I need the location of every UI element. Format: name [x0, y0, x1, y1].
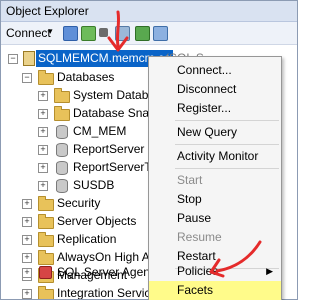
menu-item-disconnect[interactable]: Disconnect [149, 80, 281, 99]
title-bar: Object Explorer [1, 1, 297, 22]
tree-node-db-reportservertemp[interactable]: + ReportServerTem [1, 159, 167, 176]
tree-node-replication[interactable]: + Replication [1, 231, 161, 248]
tree-node-db-susdb[interactable]: + SUSDB [1, 177, 161, 194]
disconnect-icon[interactable] [81, 26, 96, 41]
tree-node-databases[interactable]: − Databases [1, 69, 161, 86]
menu-item-pause[interactable]: Pause [149, 209, 281, 228]
tree-node-db-cm-mem[interactable]: + CM_MEM [1, 123, 161, 140]
folder-icon [38, 214, 54, 229]
agent-icon [39, 266, 52, 279]
database-icon [56, 179, 68, 193]
menu-item-activity-monitor[interactable]: Activity Monitor [149, 147, 281, 166]
tree-label: SQL Server Agent [57, 265, 154, 279]
tree-label: ReportServer [73, 142, 145, 156]
collapse-icon[interactable]: − [22, 73, 32, 83]
folder-icon [54, 106, 70, 121]
tree-node-db-reportserver[interactable]: + ReportServer [1, 141, 161, 158]
tree-label: Security [57, 196, 101, 210]
tree-label: SUSDB [73, 178, 115, 192]
folder-icon [38, 70, 54, 85]
tree-node-integration-services[interactable]: + Integration Services C [1, 285, 175, 299]
expand-icon[interactable]: + [22, 289, 32, 299]
database-icon [56, 125, 68, 139]
object-explorer-toolbar: Connect ▾ [1, 22, 297, 45]
menu-item-stop[interactable]: Stop [149, 190, 281, 209]
expand-icon[interactable]: + [38, 91, 48, 101]
database-icon [56, 143, 68, 157]
tree-node-security[interactable]: + Security [1, 195, 161, 212]
collapse-icon[interactable]: − [8, 54, 18, 64]
folder-icon [54, 88, 70, 103]
expand-icon[interactable]: + [38, 109, 48, 119]
connect-button[interactable]: Connect [6, 26, 51, 40]
expand-icon[interactable]: + [22, 253, 32, 263]
database-icon [56, 161, 68, 175]
collapse-icon[interactable] [153, 26, 168, 41]
annotation-arrow-facets-icon [209, 240, 262, 278]
menu-item-facets[interactable]: Facets [149, 281, 281, 300]
menu-item-register[interactable]: Register... [149, 99, 281, 118]
menu-item-new-query[interactable]: New Query [149, 123, 281, 142]
connect-server-icon[interactable] [63, 26, 78, 41]
folder-icon [38, 232, 54, 247]
connect-dropdown-icon[interactable]: ▾ [48, 26, 53, 37]
tree-node-server-objects[interactable]: + Server Objects [1, 213, 161, 230]
expand-icon[interactable]: + [38, 127, 48, 137]
tree-label: Server Objects [57, 214, 137, 228]
tree-node-system-databases[interactable]: + System Database [1, 87, 168, 104]
tree-label: CM_MEM [73, 124, 127, 138]
folder-icon [38, 286, 54, 299]
submenu-arrow-icon: ▶ [266, 266, 273, 276]
server-icon [23, 51, 35, 66]
expand-icon[interactable]: + [38, 163, 48, 173]
annotation-arrow-server-icon [107, 10, 129, 52]
expand-icon[interactable]: + [22, 235, 32, 245]
window-title: Object Explorer [6, 4, 89, 18]
expand-icon[interactable]: + [38, 181, 48, 191]
tree-node-snapshots[interactable]: + Database Snapsh [1, 105, 168, 122]
menu-item-start: Start [177, 173, 203, 187]
menu-separator [175, 120, 279, 121]
tree-label: Databases [57, 70, 115, 84]
tree-label: Replication [57, 232, 117, 246]
expand-icon[interactable]: + [22, 217, 32, 227]
tree-node-sql-server-agent[interactable]: + SQL Server Agent [1, 264, 161, 281]
expand-icon[interactable]: + [38, 145, 48, 155]
expand-icon[interactable]: + [22, 268, 32, 278]
menu-item-connect[interactable]: Connect... [149, 61, 281, 80]
menu-separator [175, 168, 279, 169]
menu-separator [175, 144, 279, 145]
expand-icon[interactable]: + [22, 199, 32, 209]
folder-icon [38, 196, 54, 211]
